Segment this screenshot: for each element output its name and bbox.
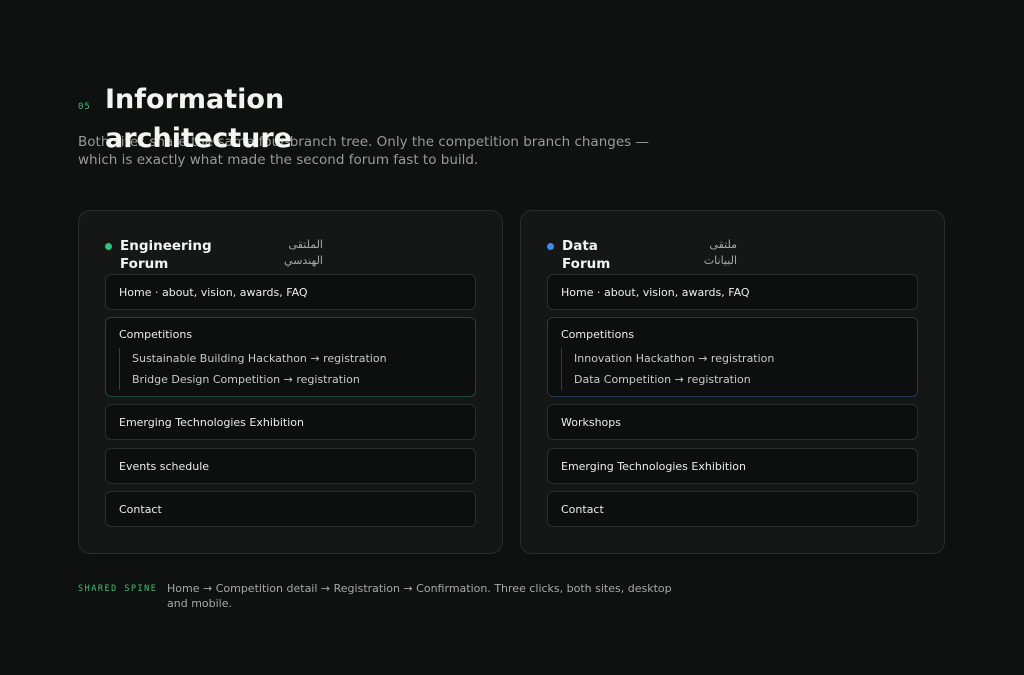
- nav-item-exhibition[interactable]: Emerging Technologies Exhibition: [547, 448, 918, 484]
- nav-item-exhibition[interactable]: Emerging Technologies Exhibition: [105, 404, 476, 440]
- shared-spine-tag: SHARED SPINE: [78, 584, 158, 594]
- nav-item-workshops[interactable]: Workshops: [547, 404, 918, 440]
- section-number: 05: [78, 102, 91, 112]
- site-name: Data Forum: [562, 238, 611, 272]
- nav-item-competitions[interactable]: Competitions Innovation Hackathon → regi…: [547, 317, 918, 397]
- competition-item[interactable]: Innovation Hackathon → registration: [574, 348, 904, 369]
- site-card-data: Data Forum ملتقى البيانات Home · about, …: [520, 210, 945, 554]
- competition-item[interactable]: Bridge Design Competition → registration: [132, 369, 462, 390]
- competition-item[interactable]: Sustainable Building Hackathon → registr…: [132, 348, 462, 369]
- competitions-label: Competitions: [561, 328, 635, 341]
- site-arabic-name: ملتقى البيانات: [703, 238, 737, 267]
- nav-item-contact[interactable]: Contact: [547, 491, 918, 527]
- nav-item-home[interactable]: Home · about, vision, awards, FAQ: [105, 274, 476, 310]
- page-title: Information architecture: [105, 84, 292, 154]
- status-dot-icon: [547, 243, 554, 250]
- competitions-label: Competitions: [119, 328, 193, 341]
- shared-spine-text: Home → Competition detail → Registration…: [167, 582, 672, 610]
- competitions-children: Innovation Hackathon → registration Data…: [561, 348, 904, 390]
- competition-item[interactable]: Data Competition → registration: [574, 369, 904, 390]
- nav-item-competitions[interactable]: Competitions Sustainable Building Hackat…: [105, 317, 476, 397]
- card-header: Engineering Forum الملتقى الهندسي: [105, 237, 476, 277]
- card-header: Data Forum ملتقى البيانات: [547, 237, 918, 277]
- nav-item-home[interactable]: Home · about, vision, awards, FAQ: [547, 274, 918, 310]
- page: 05 Information architecture Both sites s…: [0, 0, 1024, 675]
- site-card-engineering: Engineering Forum الملتقى الهندسي Home ·…: [78, 210, 503, 554]
- nav-item-contact[interactable]: Contact: [105, 491, 476, 527]
- nav-item-events-schedule[interactable]: Events schedule: [105, 448, 476, 484]
- site-name: Engineering Forum: [120, 238, 212, 272]
- status-dot-icon: [105, 243, 112, 250]
- site-arabic-name: الملتقى الهندسي: [284, 238, 323, 267]
- competitions-children: Sustainable Building Hackathon → registr…: [119, 348, 462, 390]
